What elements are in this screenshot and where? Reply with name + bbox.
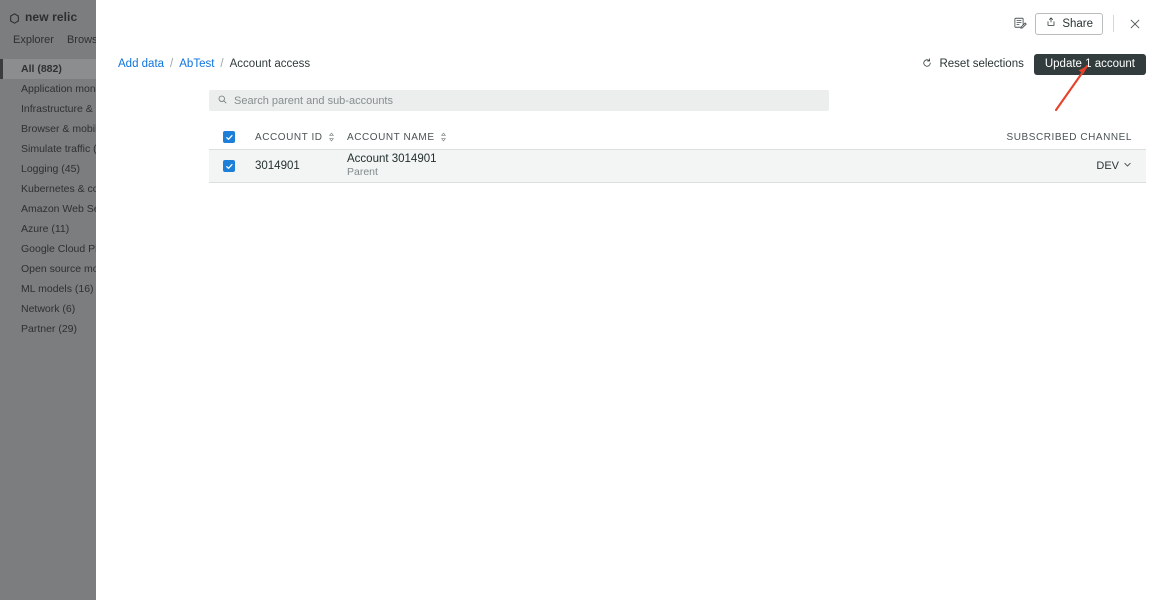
sidebar-item-application-monitoring[interactable]: Application monitoring	[0, 79, 96, 99]
search-input[interactable]	[234, 90, 821, 111]
sidebar-item-logging[interactable]: Logging (45)	[0, 159, 96, 179]
column-header-account-id[interactable]: ACCOUNT ID	[255, 132, 347, 143]
row-checkbox[interactable]	[223, 160, 235, 172]
column-header-account-id-label: ACCOUNT ID	[255, 131, 323, 143]
breadcrumb-item-add-data[interactable]: Add data	[118, 58, 164, 70]
column-header-account-name-label: ACCOUNT NAME	[347, 131, 435, 143]
select-all-checkbox[interactable]	[223, 131, 235, 143]
sidebar-item-infrastructure-os[interactable]: Infrastructure & OS (	[0, 99, 96, 119]
app-sidebar: new relic Explorer Browse data All (882)…	[0, 0, 96, 600]
sidebar-item-simulate-traffic[interactable]: Simulate traffic (7)	[0, 139, 96, 159]
refresh-reset-icon	[921, 57, 933, 72]
sidebar-item-azure[interactable]: Azure (11)	[0, 219, 96, 239]
channel-value: DEV	[1096, 160, 1119, 172]
reset-selections-label: Reset selections	[939, 58, 1024, 70]
breadcrumb-item-abtest[interactable]: AbTest	[179, 58, 214, 70]
sidebar-item-all[interactable]: All (882)	[0, 59, 96, 79]
breadcrumb: Add data / AbTest / Account access	[118, 58, 310, 70]
share-label: Share	[1062, 17, 1093, 30]
reset-selections-button[interactable]: Reset selections	[921, 57, 1024, 72]
search-icon	[217, 92, 228, 110]
select-all-cell	[223, 131, 255, 143]
brand-name: new relic	[25, 9, 78, 24]
sort-arrows-icon	[440, 132, 447, 142]
table-row[interactable]: 3014901 Account 3014901 Parent DEV	[209, 150, 1146, 183]
share-upload-icon	[1045, 15, 1057, 33]
search-box[interactable]	[209, 90, 829, 111]
update-account-button[interactable]: Update 1 account	[1033, 53, 1146, 75]
column-header-subscribed-channel-label: SUBSCRIBED CHANNEL	[1006, 131, 1132, 143]
column-header-account-name[interactable]: ACCOUNT NAME	[347, 132, 982, 143]
breadcrumb-separator: /	[170, 58, 174, 70]
nav-item-browse-data[interactable]: Browse data	[67, 34, 96, 46]
toolbar-actions: Reset selections Update 1 account	[921, 53, 1146, 75]
sidebar-item-open-source-monitoring[interactable]: Open source monito	[0, 259, 96, 279]
account-access-modal: Share Add data / AbTest / Account access	[96, 0, 1158, 600]
column-header-subscribed-channel: SUBSCRIBED CHANNEL	[982, 132, 1132, 143]
search-section	[96, 78, 1158, 111]
sidebar-item-amazon-web-services[interactable]: Amazon Web Servic	[0, 199, 96, 219]
sort-arrows-icon	[328, 132, 335, 142]
sidebar-nav-list: All (882) Application monitoring Infrast…	[0, 59, 96, 339]
header-divider	[1113, 15, 1114, 32]
row-select-cell	[223, 160, 255, 172]
brand-logo[interactable]: new relic	[0, 0, 96, 26]
breadcrumb-separator: /	[220, 58, 224, 70]
nav-item-explorer[interactable]: Explorer	[13, 34, 54, 46]
cell-subscribed-channel: DEV	[982, 160, 1132, 172]
modal-header: Share	[96, 0, 1158, 47]
cell-account-id: 3014901	[255, 160, 300, 172]
account-type-text: Parent	[347, 166, 378, 178]
sidebar-item-google-cloud-platform[interactable]: Google Cloud Platfo	[0, 239, 96, 259]
sidebar-item-network[interactable]: Network (6)	[0, 299, 96, 319]
notes-edit-icon[interactable]	[1007, 12, 1033, 36]
channel-dropdown[interactable]: DEV	[1096, 160, 1132, 172]
modal-toolbar: Add data / AbTest / Account access Reset…	[96, 50, 1158, 78]
table-header-row: ACCOUNT ID ACCOUNT NAME SUBSCRIBED CHANN…	[209, 125, 1146, 150]
sidebar-item-ml-models[interactable]: ML models (16)	[0, 279, 96, 299]
accounts-table: ACCOUNT ID ACCOUNT NAME SUBSCRIBED CHANN…	[209, 125, 1146, 183]
sidebar-item-kubernetes-containers[interactable]: Kubernetes & contai	[0, 179, 96, 199]
account-name-text: Account 3014901	[347, 153, 437, 165]
sidebar-item-browser-mobile[interactable]: Browser & mobile (3	[0, 119, 96, 139]
sidebar-item-partner[interactable]: Partner (29)	[0, 319, 96, 339]
chevron-down-icon	[1123, 160, 1132, 172]
app-top-nav: Explorer Browse data	[0, 26, 96, 46]
new-relic-logo-icon	[9, 11, 20, 24]
cell-account-name: Account 3014901 Parent	[347, 153, 982, 179]
share-button[interactable]: Share	[1035, 12, 1103, 35]
close-icon[interactable]	[1124, 13, 1146, 35]
breadcrumb-item-account-access: Account access	[229, 58, 311, 70]
